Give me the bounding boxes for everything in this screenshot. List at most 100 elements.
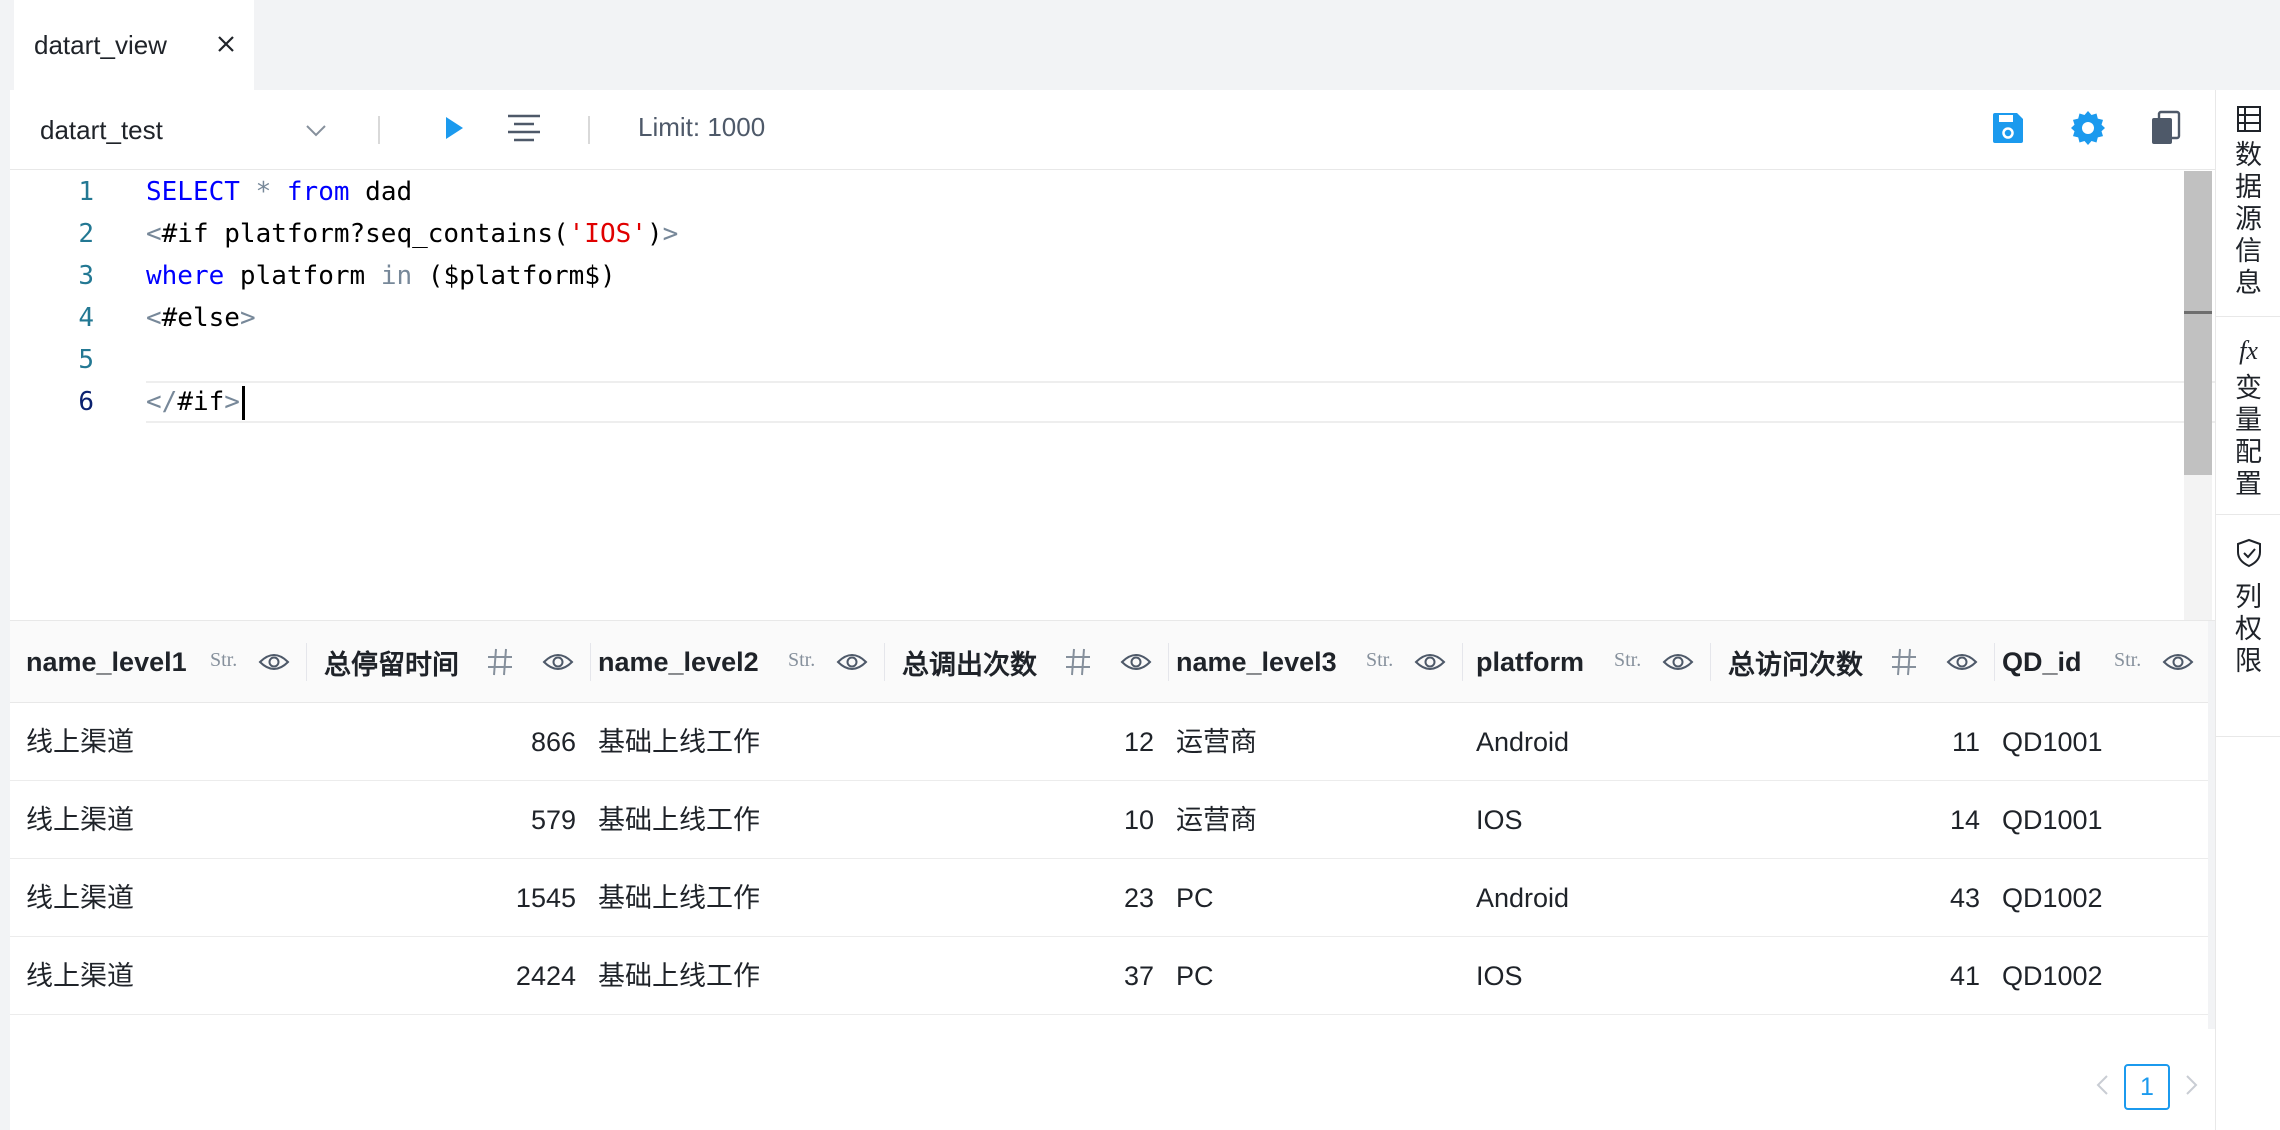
- column-header[interactable]: 总访问次数: [1728, 621, 1863, 703]
- copy-button[interactable]: [2144, 108, 2188, 152]
- column-divider[interactable]: [590, 643, 591, 681]
- line-number: 3: [78, 261, 94, 291]
- tab-bar: datart_view: [0, 0, 2280, 90]
- table-row[interactable]: 线上渠道 866 基础上线工作 12 运营商 Android 11 QD1001: [10, 703, 2215, 781]
- column-header-label: name_level1: [26, 646, 187, 677]
- column-divider[interactable]: [1994, 643, 1995, 681]
- eye-icon[interactable]: [1946, 649, 1978, 680]
- code-line: <#if platform?seq_contains('IOS')>: [146, 213, 678, 255]
- prev-page-button[interactable]: [2080, 1064, 2124, 1110]
- code-line: where platform in ($platform$): [146, 255, 616, 297]
- current-line-highlight: [146, 381, 2215, 423]
- eye-icon[interactable]: [1662, 649, 1694, 680]
- table-cell: 线上渠道: [26, 805, 134, 835]
- table-row[interactable]: 线上渠道 1545 基础上线工作 23 PC Android 43 QD1002: [10, 859, 2215, 937]
- string-type-icon: Str.: [788, 649, 816, 671]
- table-cell: 11: [1951, 727, 1980, 757]
- code-token: dad: [349, 177, 413, 207]
- sql-editor[interactable]: 1 2 3 4 5 6 SELECT * from dad <#if platf…: [10, 171, 2215, 620]
- table-cell: IOS: [1476, 805, 1523, 835]
- code-token: from: [286, 177, 350, 207]
- eye-icon[interactable]: [258, 649, 290, 680]
- save-icon: [1991, 111, 2025, 150]
- code-token: >: [224, 387, 240, 417]
- editor-scrollbar-thumb[interactable]: [2184, 171, 2212, 475]
- table-cell: PC: [1176, 883, 1214, 913]
- side-divider: [2216, 514, 2280, 515]
- column-divider[interactable]: [306, 643, 307, 681]
- code-token: ): [646, 219, 663, 249]
- column-divider[interactable]: [1710, 643, 1711, 681]
- column-header-label: 总调出次数: [902, 649, 1037, 680]
- table-cell: PC: [1176, 961, 1214, 991]
- table-cell: 基础上线工作: [598, 961, 760, 991]
- save-button[interactable]: [1986, 108, 2030, 152]
- column-header[interactable]: 总调出次数: [902, 621, 1037, 703]
- source-select-value: datart_test: [40, 114, 163, 145]
- column-divider[interactable]: [1462, 643, 1463, 681]
- side-item-datasource-info[interactable]: 数据源信息: [2216, 104, 2280, 299]
- column-header-label: platform: [1476, 646, 1584, 677]
- line-number: 1: [78, 177, 94, 207]
- editor-scrollbar-marker: [2184, 311, 2212, 314]
- column-header[interactable]: platform: [1476, 621, 1584, 703]
- table-icon: [2235, 104, 2263, 139]
- table-scrollbar-track[interactable]: [2208, 621, 2215, 1029]
- table-cell: 10: [1123, 805, 1154, 835]
- column-header[interactable]: QD_id: [2002, 621, 2082, 703]
- table-cell: 579: [530, 805, 576, 835]
- table-header: name_level1 Str. 总停留时间 name_level2 Str. …: [10, 621, 2215, 703]
- eye-icon[interactable]: [2162, 649, 2194, 680]
- eye-icon[interactable]: [836, 649, 868, 680]
- settings-button[interactable]: [2066, 108, 2110, 152]
- chevron-left-icon: [2095, 1074, 2109, 1101]
- string-type-icon: Str.: [210, 649, 238, 671]
- fx-icon: fx: [2239, 336, 2258, 365]
- line-number: 5: [78, 345, 94, 375]
- line-number: 6: [78, 387, 94, 417]
- table-cell: 线上渠道: [26, 727, 134, 757]
- shield-check-icon: [2235, 538, 2263, 573]
- side-item-column-permission[interactable]: 列权限: [2216, 538, 2280, 677]
- table-cell: QD1002: [2002, 961, 2103, 991]
- run-button[interactable]: [432, 108, 476, 152]
- tab-label: datart_view: [34, 29, 167, 60]
- table-row[interactable]: 线上渠道 2424 基础上线工作 37 PC IOS 41 QD1002: [10, 937, 2215, 1015]
- code-token: #else: [161, 303, 240, 333]
- eye-icon[interactable]: [1120, 649, 1152, 680]
- eye-icon[interactable]: [1414, 649, 1446, 680]
- table-cell: 运营商: [1176, 727, 1257, 757]
- table-cell: 37: [1123, 961, 1154, 991]
- table-cell: 1545: [515, 883, 576, 913]
- source-select[interactable]: datart_test: [40, 108, 340, 152]
- close-icon[interactable]: [208, 26, 244, 62]
- eye-icon[interactable]: [542, 649, 574, 680]
- code-token: <: [146, 303, 162, 333]
- column-header[interactable]: name_level3: [1176, 621, 1337, 703]
- chevron-down-icon: [304, 118, 328, 147]
- table-cell: Android: [1476, 727, 1570, 757]
- format-button[interactable]: [502, 108, 546, 152]
- column-header[interactable]: name_level2: [598, 621, 759, 703]
- next-page-button[interactable]: [2170, 1064, 2214, 1110]
- column-header[interactable]: 总停留时间: [324, 621, 459, 703]
- column-divider[interactable]: [1168, 643, 1169, 681]
- text-cursor: [241, 385, 245, 420]
- table-cell: 23: [1123, 883, 1154, 913]
- tab-datart-view[interactable]: datart_view: [14, 0, 254, 90]
- column-header[interactable]: name_level1: [26, 621, 187, 703]
- side-item-variable-config[interactable]: fx 变量配置: [2216, 336, 2280, 500]
- limit-label[interactable]: Limit: 1000: [638, 112, 765, 143]
- table-row[interactable]: 线上渠道 579 基础上线工作 10 运营商 IOS 14 QD1001: [10, 781, 2215, 859]
- code-token: SELECT: [146, 177, 240, 207]
- column-divider[interactable]: [884, 643, 885, 681]
- page-number-button[interactable]: 1: [2124, 1064, 2170, 1110]
- table-cell: QD1001: [2002, 727, 2103, 757]
- table-cell: 运营商: [1176, 805, 1257, 835]
- code-token: ($platform$): [412, 261, 616, 291]
- table-cell: 基础上线工作: [598, 883, 760, 913]
- side-item-label: 列权限: [2235, 582, 2262, 676]
- table-cell: 2424: [515, 961, 576, 991]
- table-cell: 866: [530, 727, 576, 757]
